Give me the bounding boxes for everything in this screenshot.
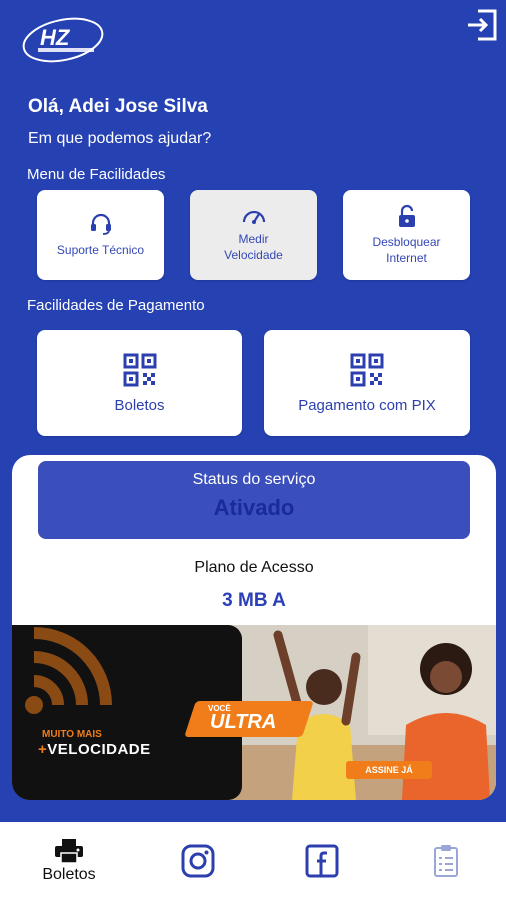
nav-instagram[interactable] <box>172 822 224 900</box>
status-badge: Ativado <box>213 495 295 520</box>
tech-support-label: Suporte Técnico <box>56 243 145 257</box>
nav-facebook[interactable] <box>296 822 348 900</box>
greeting-text: Olá, Adei Jose Silva <box>28 96 208 117</box>
payments-title: Facilidades de Pagamento <box>27 297 205 314</box>
boletos-label: Boletos <box>114 396 165 414</box>
banner-line2-wrap: +VELOCIDADE <box>38 741 151 758</box>
nav-boletos[interactable]: Boletos <box>28 822 110 900</box>
plan-value: 3 MB A <box>222 590 286 611</box>
speed-test-label: Medir Velocidade <box>224 232 283 262</box>
headset-icon <box>90 213 111 235</box>
promo-banner[interactable]: MUITO MAIS +VELOCIDADE VOCÊ ULTRA ASSINE… <box>12 625 496 800</box>
logo-text: HZ <box>40 25 71 50</box>
logout-button[interactable] <box>464 8 500 42</box>
tech-support-button[interactable]: Suporte Técnico <box>37 190 164 280</box>
help-text: Em que podemos ajudar? <box>28 130 212 147</box>
unlock-internet-button[interactable]: Desbloquear Internet <box>343 190 470 280</box>
bottom-nav: Boletos <box>0 822 506 900</box>
service-status-box: Status do serviço Ativado <box>38 461 470 539</box>
facilities-title: Menu de Facilidades <box>27 166 166 183</box>
service-panel: Status do serviço Ativado Plano de Acess… <box>12 455 496 800</box>
hz-logo: HZ <box>20 12 106 68</box>
boletos-button[interactable]: Boletos <box>37 330 242 436</box>
qr-code-icon <box>123 353 156 386</box>
subscribe-button[interactable]: ASSINE JÁ <box>346 761 432 779</box>
speed-test-button[interactable]: Medir Velocidade <box>190 190 317 280</box>
speedometer-icon <box>242 210 265 224</box>
unlock-internet-label: Desbloquear Internet <box>372 235 441 265</box>
instagram-icon <box>181 844 215 878</box>
banner-line1: MUITO MAIS <box>42 729 102 740</box>
printer-icon <box>55 839 83 864</box>
plan-title: Plano de Acesso <box>194 559 314 576</box>
pix-payment-label: Pagamento com PIX <box>298 396 436 414</box>
facebook-icon <box>305 844 339 878</box>
clipboard-icon <box>434 845 458 877</box>
pix-payment-button[interactable]: Pagamento com PIX <box>264 330 470 436</box>
status-title: Status do serviço <box>192 471 316 488</box>
qr-code-icon <box>350 353 384 386</box>
nav-boletos-label: Boletos <box>42 866 96 883</box>
banner-line2: VELOCIDADE <box>47 741 151 758</box>
unlock-icon <box>398 204 415 227</box>
ultra-text: ULTRA <box>210 711 277 733</box>
exit-icon <box>468 9 497 41</box>
nav-clipboard[interactable] <box>420 822 472 900</box>
